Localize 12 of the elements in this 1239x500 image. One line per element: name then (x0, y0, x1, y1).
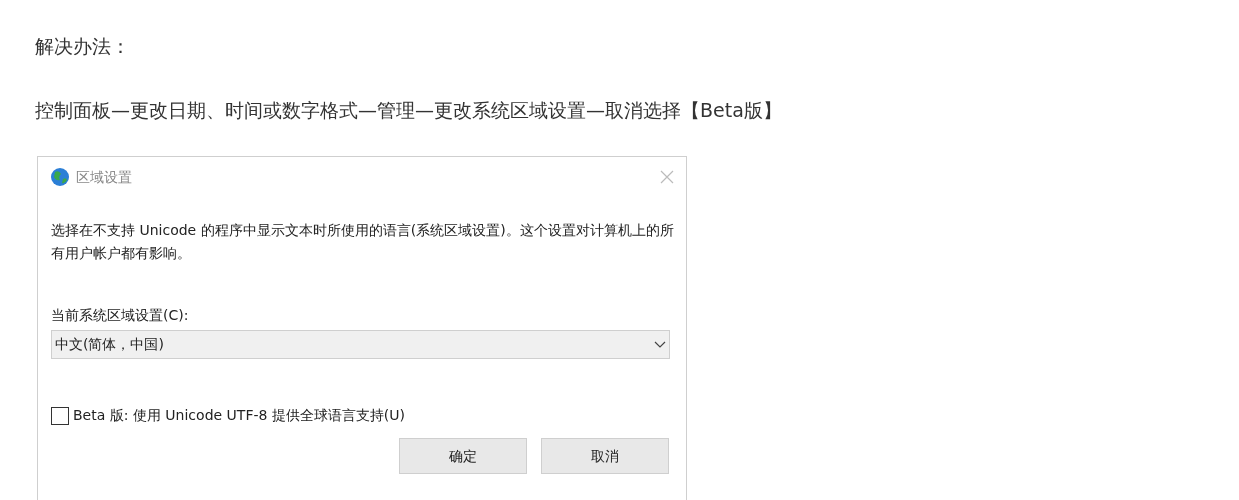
checkbox-label: Beta 版: 使用 Unicode UTF-8 提供全球语言支持(U) (73, 406, 405, 425)
chevron-down-icon (654, 340, 666, 349)
instruction-text: 控制面板—更改日期、时间或数字格式—管理—更改系统区域设置—取消选择【Beta版】 (35, 98, 783, 123)
window-title: 区域设置 (76, 167, 132, 187)
beta-checkbox[interactable] (51, 406, 69, 425)
globe-icon (50, 167, 70, 187)
dialog-button[interactable]: 取消 (541, 438, 669, 474)
heading: 解决办法： (35, 34, 131, 59)
description-text: 选择在不支持 Unicode 的程序中显示文本时所使用的语言(系统区域设置)。这个设置对计算机上的所有用户帐户都有影响。 (51, 221, 675, 263)
dialog-button[interactable]: 确定 (399, 438, 527, 474)
locale-label: 当前系统区域设置(C): (51, 306, 190, 325)
locale-dropdown[interactable]: 中文(简体，中国) (51, 330, 670, 359)
